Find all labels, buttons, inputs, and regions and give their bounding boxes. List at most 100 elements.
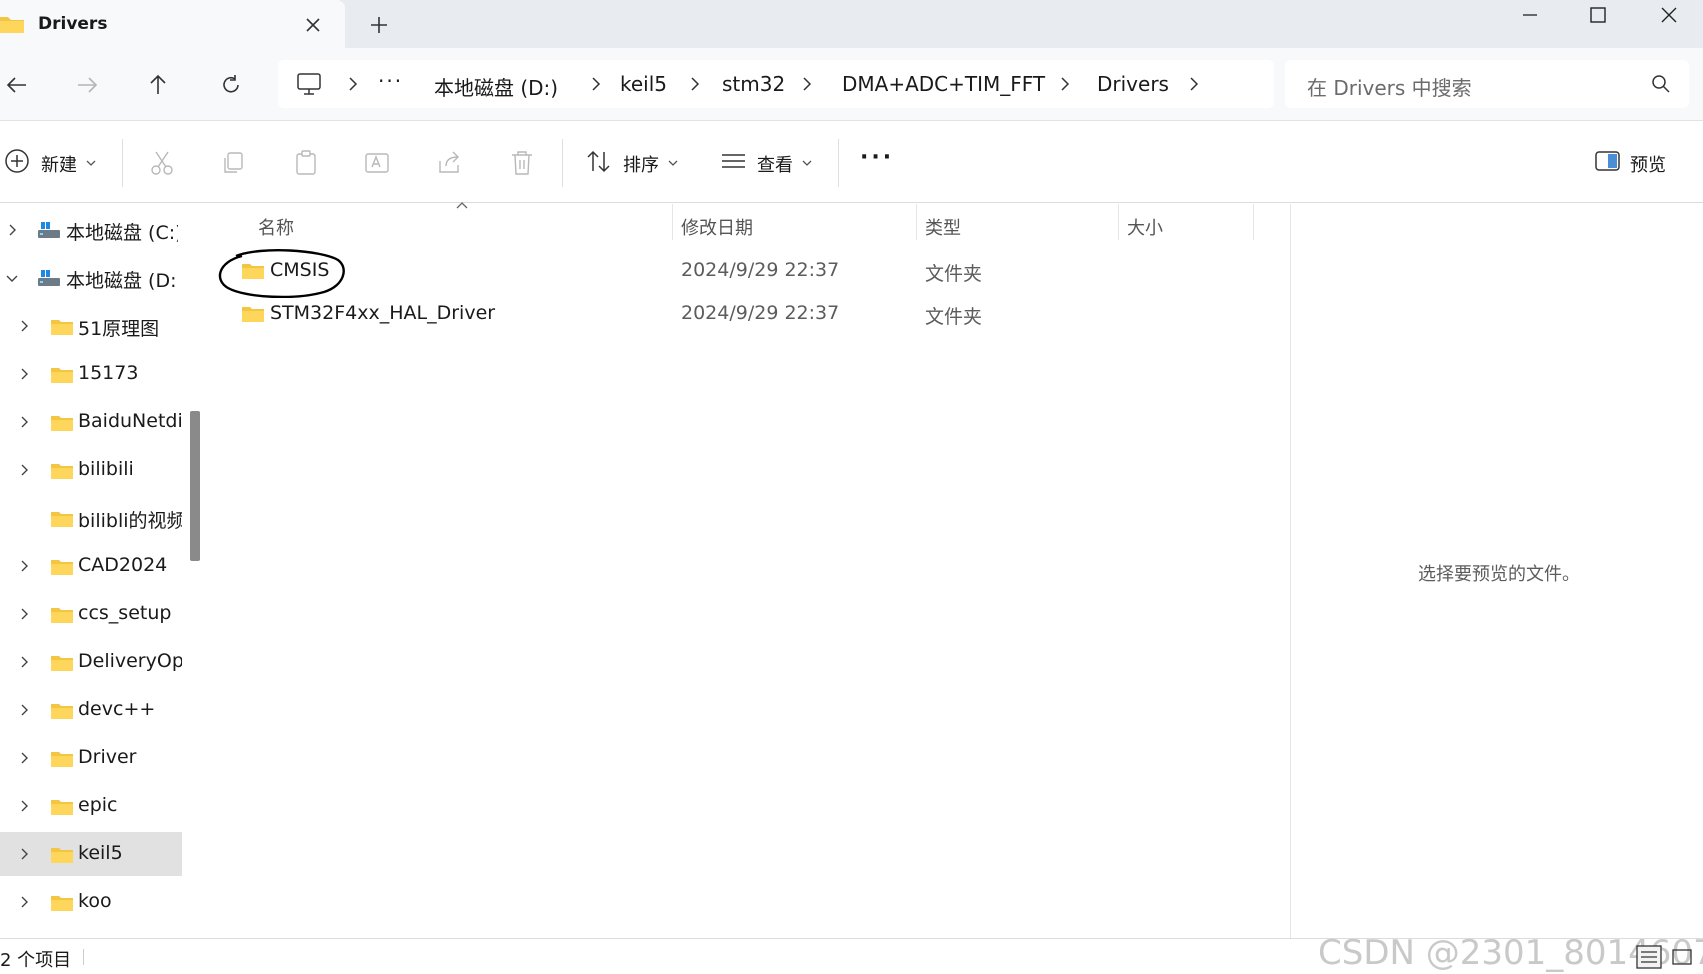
chevron-right-icon[interactable] <box>4 222 20 238</box>
column-divider[interactable] <box>916 204 917 240</box>
sidebar-item[interactable]: devc++ <box>0 688 182 732</box>
list-view-icon <box>722 154 745 168</box>
sidebar-item[interactable]: 本地磁盘 (D:) <box>0 256 182 300</box>
column-header-size[interactable]: 大小 <box>1127 214 1163 240</box>
chevron-right-icon[interactable] <box>1184 74 1204 94</box>
breadcrumb-keil5[interactable]: keil5 <box>620 72 667 96</box>
new-button[interactable]: 新建 <box>0 139 104 185</box>
folder-icon <box>51 896 73 911</box>
folder-icon <box>51 752 73 767</box>
drive-icon <box>38 222 60 238</box>
sidebar-item[interactable]: DeliveryOpt <box>0 640 182 684</box>
folder-icon <box>242 307 264 322</box>
sort-icon <box>587 150 610 173</box>
file-modified: 2024/9/29 22:37 <box>681 259 840 281</box>
sidebar-item-label: 本地磁盘 (C:) <box>66 222 178 244</box>
close-window-button[interactable] <box>1635 0 1703 30</box>
sidebar-item[interactable]: 本地磁盘 (C:) <box>0 208 182 252</box>
sidebar-item[interactable]: 51原理图 <box>0 304 182 348</box>
new-tab-button[interactable] <box>365 11 393 39</box>
this-pc-icon <box>297 73 321 95</box>
sidebar-item[interactable]: 15173 <box>0 352 182 396</box>
up-button[interactable] <box>141 68 175 102</box>
chevron-right-icon[interactable] <box>16 846 32 862</box>
maximize-icon <box>1590 7 1606 23</box>
column-header-name[interactable]: 名称 <box>258 214 294 240</box>
chevron-right-icon[interactable] <box>16 654 32 670</box>
chevron-right-icon[interactable] <box>16 318 32 334</box>
tiles-view-icon[interactable] <box>1670 945 1696 969</box>
column-divider[interactable] <box>1118 204 1119 240</box>
tab-drivers[interactable]: Drivers <box>0 0 345 48</box>
chevron-right-icon[interactable] <box>16 702 32 718</box>
chevron-right-icon[interactable] <box>16 462 32 478</box>
search-input[interactable]: 在 Drivers 中搜索 <box>1285 60 1689 108</box>
new-label: 新建 <box>41 155 77 176</box>
column-divider[interactable] <box>672 204 673 240</box>
sidebar-item[interactable]: bilibili <box>0 448 182 492</box>
chevron-right-icon[interactable] <box>16 798 32 814</box>
navigation-scrollbar[interactable] <box>190 411 200 561</box>
close-icon <box>1661 7 1677 23</box>
sidebar-item-label: DeliveryOpt <box>78 650 182 672</box>
sidebar-item[interactable]: bilibli的视频 <box>0 496 182 540</box>
preview-pane-button[interactable]: 预览 <box>1592 139 1682 185</box>
address-bar[interactable]: ··· 本地磁盘 (D:) keil5 stm32 DMA+ADC+TIM_FF… <box>278 60 1274 108</box>
item-count: 2 个项目 <box>0 950 72 971</box>
chevron-right-icon[interactable] <box>16 558 32 574</box>
sidebar-item[interactable]: koo <box>0 880 182 924</box>
chevron-down-icon[interactable] <box>4 270 20 286</box>
folder-icon <box>51 512 73 527</box>
sidebar-item[interactable]: keil5 <box>0 832 182 876</box>
sidebar-item-label: BaiduNetdis <box>78 410 182 432</box>
column-header-modified[interactable]: 修改日期 <box>681 214 753 240</box>
plus-circle-icon <box>5 149 29 173</box>
sidebar-item[interactable]: CAD2024 <box>0 544 182 588</box>
sidebar-item-label: keil5 <box>78 842 123 864</box>
search-icon[interactable] <box>1651 74 1671 94</box>
folder-icon <box>51 416 73 431</box>
chevron-right-icon[interactable] <box>16 606 32 622</box>
sidebar-item[interactable]: BaiduNetdis <box>0 400 182 444</box>
share-icon[interactable] <box>436 149 464 177</box>
column-divider[interactable] <box>1253 204 1254 240</box>
breadcrumb-drive-d[interactable]: 本地磁盘 (D:) <box>434 72 558 101</box>
chevron-right-icon[interactable] <box>16 366 32 382</box>
paste-icon[interactable] <box>292 149 320 177</box>
chevron-right-icon[interactable] <box>16 894 32 910</box>
file-row[interactable]: STM32F4xx_HAL_Driver 2024/9/29 22:37 文件夹 <box>208 293 1268 335</box>
sidebar-item-label: 15173 <box>78 362 139 384</box>
back-button[interactable] <box>0 68 34 102</box>
folder-icon <box>51 848 73 863</box>
folder-icon <box>51 608 73 623</box>
details-view-icon[interactable] <box>1636 945 1662 969</box>
rename-icon[interactable] <box>364 149 392 177</box>
sort-ascending-icon <box>456 202 468 209</box>
preview-label: 预览 <box>1630 155 1666 176</box>
sidebar-item-label: epic <box>78 794 118 816</box>
breadcrumb-stm32[interactable]: stm32 <box>722 72 785 96</box>
delete-icon[interactable] <box>508 149 536 177</box>
refresh-button[interactable] <box>214 68 248 102</box>
sidebar-item-label: ccs_setup <box>78 602 172 624</box>
sort-button[interactable]: 排序 <box>584 139 684 185</box>
view-button[interactable]: 查看 <box>718 139 818 185</box>
breadcrumb-overflow[interactable]: ··· <box>378 69 403 93</box>
minimize-button[interactable] <box>1496 0 1564 30</box>
sidebar-item[interactable]: ccs_setup <box>0 592 182 636</box>
forward-button[interactable] <box>70 68 104 102</box>
chevron-right-icon[interactable] <box>16 414 32 430</box>
close-tab-icon[interactable] <box>300 12 326 38</box>
sidebar-item[interactable]: epic <box>0 784 182 828</box>
column-header-type[interactable]: 类型 <box>925 214 961 240</box>
breadcrumb-dma-adc-tim-fft[interactable]: DMA+ADC+TIM_FFT <box>842 72 1045 96</box>
cut-icon[interactable] <box>148 149 176 177</box>
maximize-button[interactable] <box>1564 0 1632 30</box>
preview-pane: 选择要预览的文件。 <box>1290 204 1703 938</box>
more-options-button[interactable]: ··· <box>860 145 894 170</box>
copy-icon[interactable] <box>220 149 248 177</box>
breadcrumb-drivers[interactable]: Drivers <box>1097 72 1169 96</box>
chevron-right-icon[interactable] <box>16 750 32 766</box>
file-row[interactable]: CMSIS 2024/9/29 22:37 文件夹 <box>208 250 1268 292</box>
sidebar-item[interactable]: Driver <box>0 736 182 780</box>
